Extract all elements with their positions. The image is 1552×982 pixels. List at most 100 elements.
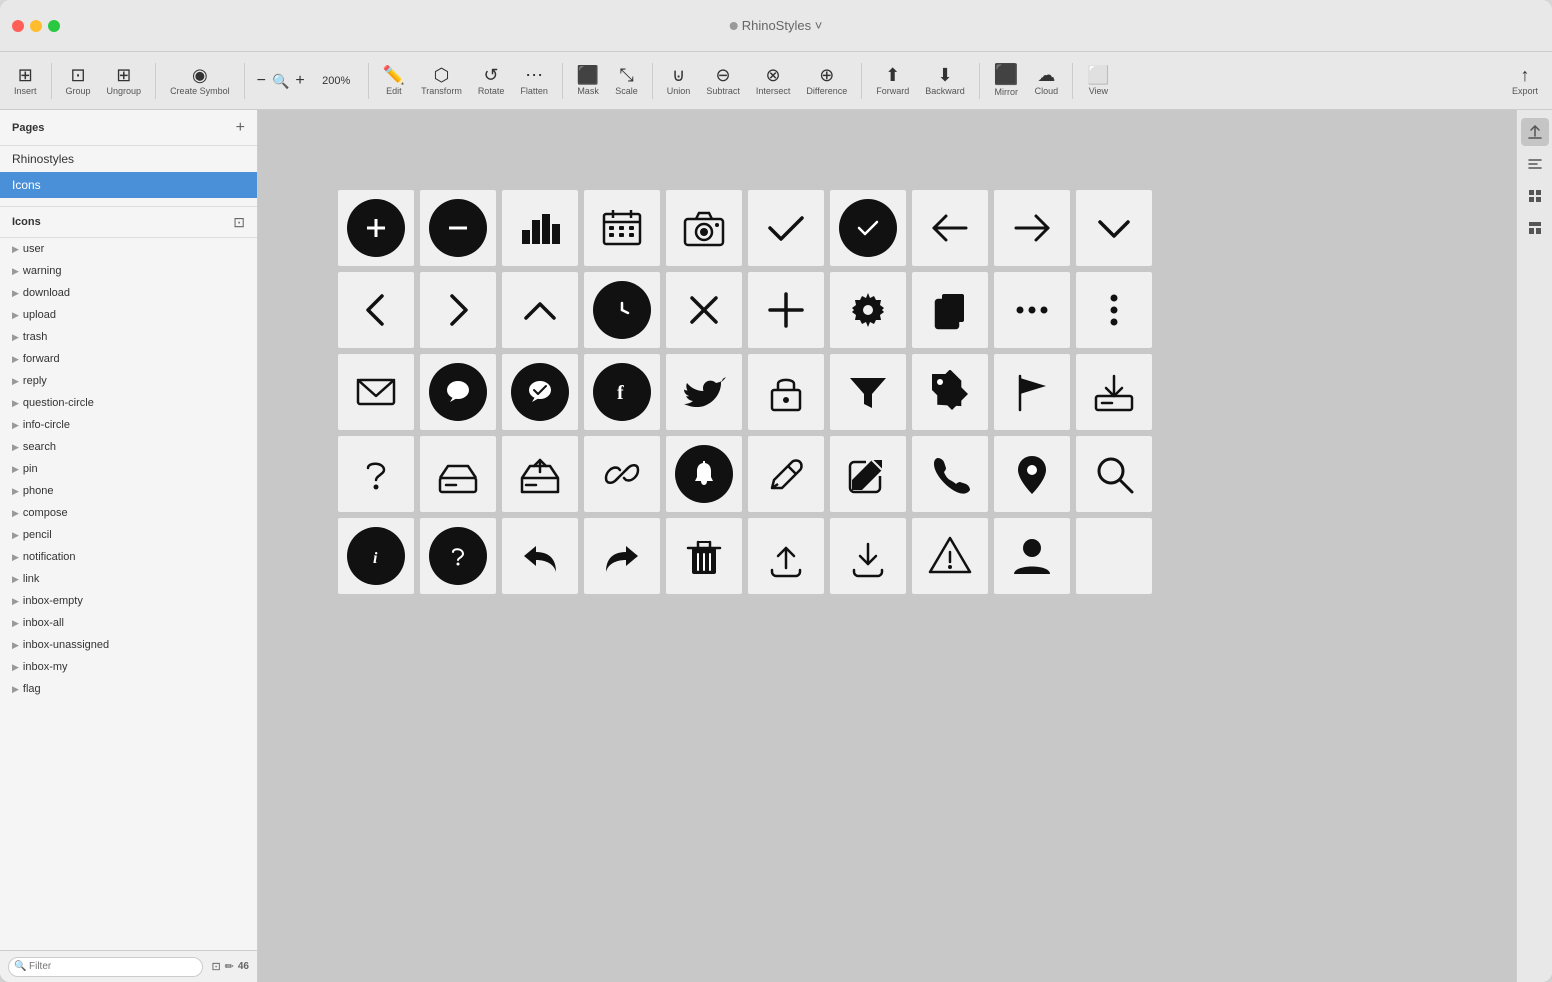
icon-inbox-download[interactable] bbox=[1076, 354, 1152, 430]
icon-check-circle[interactable] bbox=[830, 190, 906, 266]
icon-checkmark[interactable] bbox=[748, 190, 824, 266]
icon-copy[interactable] bbox=[912, 272, 988, 348]
layer-item-link[interactable]: ▶ link bbox=[0, 568, 257, 590]
icon-download[interactable] bbox=[830, 518, 906, 594]
icon-user[interactable] bbox=[994, 518, 1070, 594]
insert-button[interactable]: ⊞ Insert bbox=[8, 66, 43, 96]
zoom-out-button[interactable]: − bbox=[253, 70, 270, 92]
icon-close[interactable] bbox=[666, 272, 742, 348]
icon-plus-circle[interactable] bbox=[338, 190, 414, 266]
icon-clock[interactable] bbox=[584, 272, 660, 348]
layer-item-inbox-empty[interactable]: ▶ inbox-empty bbox=[0, 590, 257, 612]
icon-filter[interactable] bbox=[830, 354, 906, 430]
right-panel-align-button[interactable] bbox=[1521, 150, 1549, 178]
icon-ellipsis-h[interactable] bbox=[994, 272, 1070, 348]
difference-button[interactable]: ⊕ Difference bbox=[800, 66, 853, 96]
icon-inbox-in[interactable] bbox=[420, 436, 496, 512]
layer-item-notification[interactable]: ▶ notification bbox=[0, 546, 257, 568]
icon-minus-circle[interactable] bbox=[420, 190, 496, 266]
icon-phone[interactable] bbox=[912, 436, 988, 512]
icon-info[interactable]: i bbox=[338, 518, 414, 594]
icon-calendar[interactable] bbox=[584, 190, 660, 266]
backward-button[interactable]: ⬇ Backward bbox=[919, 66, 971, 96]
subtract-button[interactable]: ⊖ Subtract bbox=[700, 66, 746, 96]
right-panel-layout-button[interactable] bbox=[1521, 214, 1549, 242]
cloud-button[interactable]: ☁ Cloud bbox=[1029, 66, 1065, 96]
icon-camera[interactable] bbox=[666, 190, 742, 266]
group-button[interactable]: ⊡ Group bbox=[60, 66, 97, 96]
layer-item-flag[interactable]: ▶ flag bbox=[0, 678, 257, 700]
layer-item-inbox-my[interactable]: ▶ inbox-my bbox=[0, 656, 257, 678]
icon-location[interactable] bbox=[994, 436, 1070, 512]
icon-mail[interactable] bbox=[338, 354, 414, 430]
layer-item-pin[interactable]: ▶ pin bbox=[0, 458, 257, 480]
layer-item-download[interactable]: ▶ download bbox=[0, 282, 257, 304]
icon-chevron-up[interactable] bbox=[502, 272, 578, 348]
layer-item-compose[interactable]: ▶ compose bbox=[0, 502, 257, 524]
layer-item-inbox-unassigned[interactable]: ▶ inbox-unassigned bbox=[0, 634, 257, 656]
union-button[interactable]: ⊍ Union bbox=[661, 66, 697, 96]
minimize-button[interactable] bbox=[30, 20, 42, 32]
export-button[interactable]: ↑ Export bbox=[1506, 66, 1544, 96]
scale-button[interactable]: ⤡ Scale bbox=[609, 66, 644, 96]
mirror-button[interactable]: ⬛ Mirror bbox=[988, 65, 1025, 97]
forward-button[interactable]: ⬆ Forward bbox=[870, 66, 915, 96]
mask-button[interactable]: ⬛ Mask bbox=[571, 66, 605, 96]
intersect-button[interactable]: ⊗ Intersect bbox=[750, 66, 797, 96]
icon-add[interactable] bbox=[748, 272, 824, 348]
layer-item-phone[interactable]: ▶ phone bbox=[0, 480, 257, 502]
icon-arrow-left[interactable] bbox=[912, 190, 988, 266]
icon-warning[interactable] bbox=[912, 518, 988, 594]
icon-tag[interactable] bbox=[912, 354, 988, 430]
page-item-icons[interactable]: Icons bbox=[0, 172, 257, 198]
layer-item-pencil[interactable]: ▶ pencil bbox=[0, 524, 257, 546]
view-button[interactable]: ⬜ View bbox=[1081, 66, 1115, 96]
close-button[interactable] bbox=[12, 20, 24, 32]
layer-item-user[interactable]: ▶ user bbox=[0, 238, 257, 260]
icon-gear[interactable] bbox=[830, 272, 906, 348]
icon-chat[interactable] bbox=[420, 354, 496, 430]
layer-item-info-circle[interactable]: ▶ info-circle bbox=[0, 414, 257, 436]
layer-item-search[interactable]: ▶ search bbox=[0, 436, 257, 458]
icon-chevron-down[interactable] bbox=[1076, 190, 1152, 266]
filter-input[interactable] bbox=[8, 957, 203, 977]
sidebar-edit-button[interactable]: ✏ bbox=[225, 960, 234, 973]
icon-twitter[interactable] bbox=[666, 354, 742, 430]
canvas-area[interactable]: f bbox=[258, 110, 1516, 982]
icon-flag[interactable] bbox=[994, 354, 1070, 430]
icon-arrow-right[interactable] bbox=[994, 190, 1070, 266]
icon-chevron-left[interactable] bbox=[338, 272, 414, 348]
ungroup-button[interactable]: ⊞ Ungroup bbox=[101, 66, 148, 96]
maximize-button[interactable] bbox=[48, 20, 60, 32]
sidebar-copy-button[interactable]: ⊡ bbox=[211, 960, 220, 973]
icon-bell[interactable] bbox=[666, 436, 742, 512]
icon-ellipsis-v[interactable] bbox=[1076, 272, 1152, 348]
icon-lock[interactable] bbox=[748, 354, 824, 430]
right-panel-grid-button[interactable] bbox=[1521, 182, 1549, 210]
right-panel-upload-button[interactable] bbox=[1521, 118, 1549, 146]
icon-reply[interactable] bbox=[502, 518, 578, 594]
layers-toggle-button[interactable]: ⊡ bbox=[233, 214, 245, 231]
add-page-button[interactable]: + bbox=[236, 119, 245, 137]
rotate-button[interactable]: ↺ Rotate bbox=[472, 66, 511, 96]
layer-item-upload[interactable]: ▶ upload bbox=[0, 304, 257, 326]
transform-button[interactable]: ⬡ Transform bbox=[415, 66, 468, 96]
icon-bar-chart[interactable] bbox=[502, 190, 578, 266]
icon-compose[interactable] bbox=[830, 436, 906, 512]
page-item-rhinostyles[interactable]: Rhinostyles bbox=[0, 146, 257, 172]
layer-item-inbox-all[interactable]: ▶ inbox-all bbox=[0, 612, 257, 634]
edit-button[interactable]: ✏️ Edit bbox=[377, 66, 411, 96]
icon-question-circle[interactable] bbox=[420, 518, 496, 594]
icon-facebook[interactable]: f bbox=[584, 354, 660, 430]
layer-item-forward[interactable]: ▶ forward bbox=[0, 348, 257, 370]
icon-forward[interactable] bbox=[584, 518, 660, 594]
icon-upload[interactable] bbox=[748, 518, 824, 594]
zoom-in-button[interactable]: + bbox=[291, 70, 308, 92]
layer-item-question-circle[interactable]: ▶ question-circle bbox=[0, 392, 257, 414]
icon-chat-check[interactable] bbox=[502, 354, 578, 430]
icon-question[interactable] bbox=[338, 436, 414, 512]
flatten-button[interactable]: ⋯ Flatten bbox=[514, 66, 554, 96]
icon-inbox-out[interactable] bbox=[502, 436, 578, 512]
layer-item-warning[interactable]: ▶ warning bbox=[0, 260, 257, 282]
icon-search[interactable] bbox=[1076, 436, 1152, 512]
